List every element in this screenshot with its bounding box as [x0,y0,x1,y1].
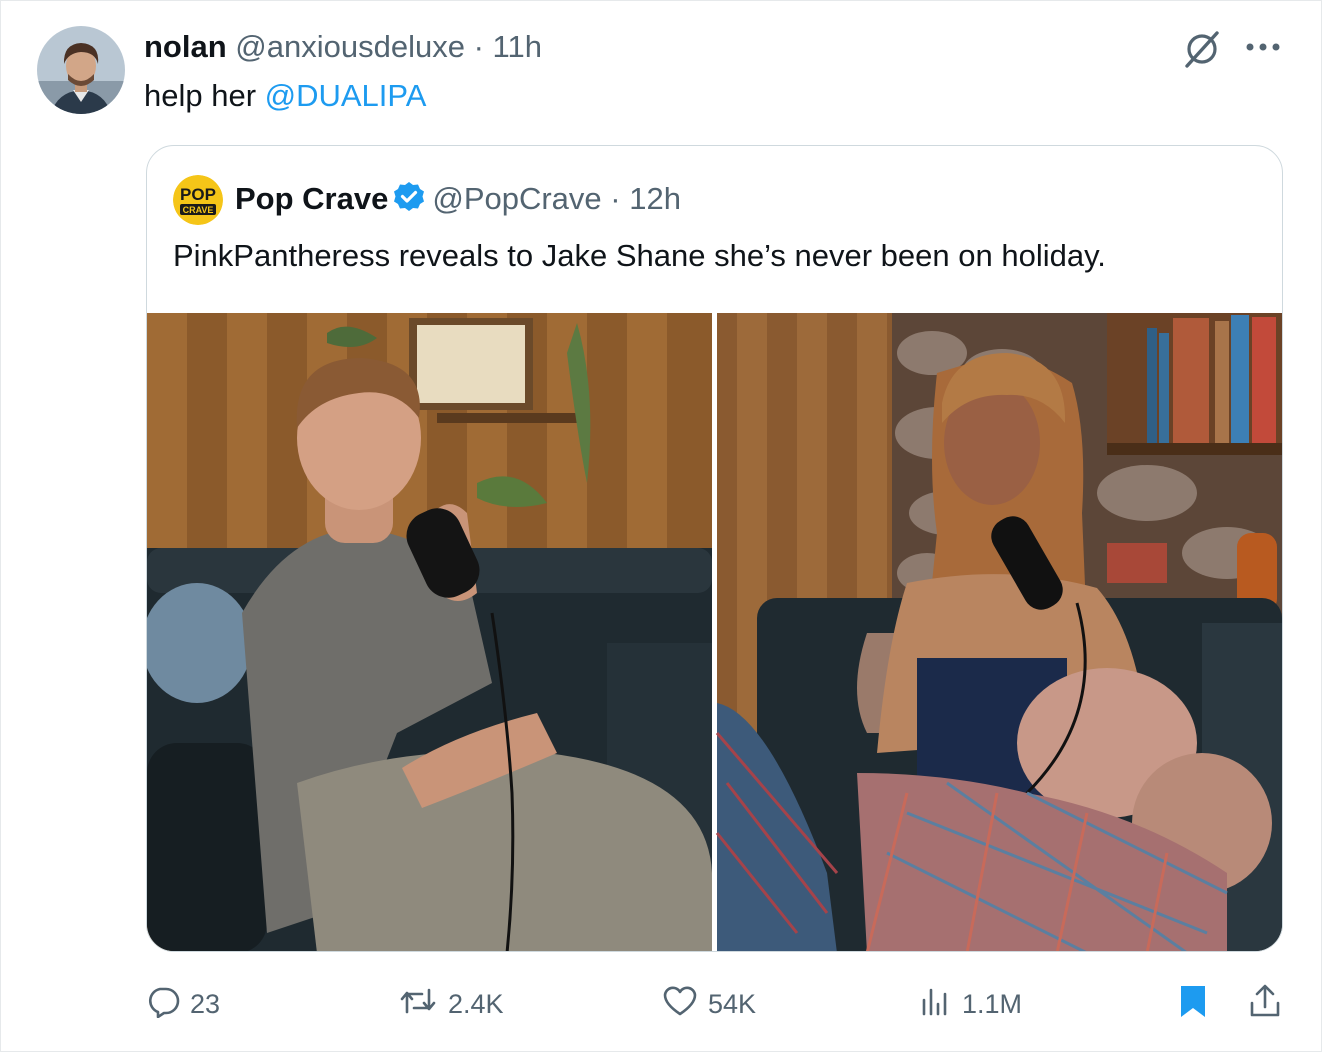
reply-count: 23 [190,988,221,1019]
quote-author-name[interactable]: Pop Crave [235,181,388,216]
quote-text: PinkPantheress reveals to Jake Shane she… [173,238,1106,273]
share-button[interactable] [1248,980,1292,1028]
quote-media[interactable] [147,313,1282,952]
grok-icon[interactable] [1183,30,1221,68]
tweet-time[interactable]: 11h [493,29,542,64]
views-count: 1.1M [962,988,1023,1019]
logo-text-bottom: CRAVE [183,205,214,215]
reply-icon [146,984,190,1025]
bookmark-icon [1178,983,1218,1026]
repost-button[interactable]: 2.4K [398,980,504,1028]
time-separator: · [464,29,493,64]
tweet-header: nolan @anxiousdeluxe · 11h [144,28,542,66]
like-button[interactable]: 54K [662,980,756,1028]
more-icon[interactable] [1243,36,1283,58]
pop-crave-logo[interactable]: POP CRAVE [173,175,223,225]
repost-count: 2.4K [448,988,504,1019]
like-icon [662,984,708,1025]
views-icon [918,984,962,1025]
avatar[interactable] [37,26,125,114]
repost-icon [398,984,448,1025]
quote-header: Pop Crave @PopCrave · 12h [235,180,681,218]
share-icon [1248,983,1292,1026]
logo-text-top: POP [180,185,216,204]
author-handle[interactable]: @anxiousdeluxe [235,29,465,64]
like-count: 54K [708,988,757,1019]
bookmark-button[interactable] [1178,980,1218,1028]
verified-badge-icon [392,180,426,214]
media-image-right[interactable] [715,313,1282,952]
author-name[interactable]: nolan [144,29,227,64]
media-image-left[interactable] [147,313,712,952]
quote-author-handle[interactable]: @PopCrave [432,181,601,216]
action-bar: 23 2.4K 54K 1.1M [0,980,1324,1030]
reply-button[interactable]: 23 [146,980,220,1028]
quoted-tweet[interactable]: POP CRAVE Pop Crave @PopCrave · 12h PinkP… [146,145,1283,952]
quote-time-separator: · [601,181,630,216]
mention-link[interactable]: @DUALIPA [265,78,427,113]
views-button[interactable]: 1.1M [918,980,1022,1028]
tweet-text-prefix: help her [144,78,265,113]
tweet-text: help her @DUALIPA [144,77,426,115]
quote-time[interactable]: 12h [629,181,681,216]
